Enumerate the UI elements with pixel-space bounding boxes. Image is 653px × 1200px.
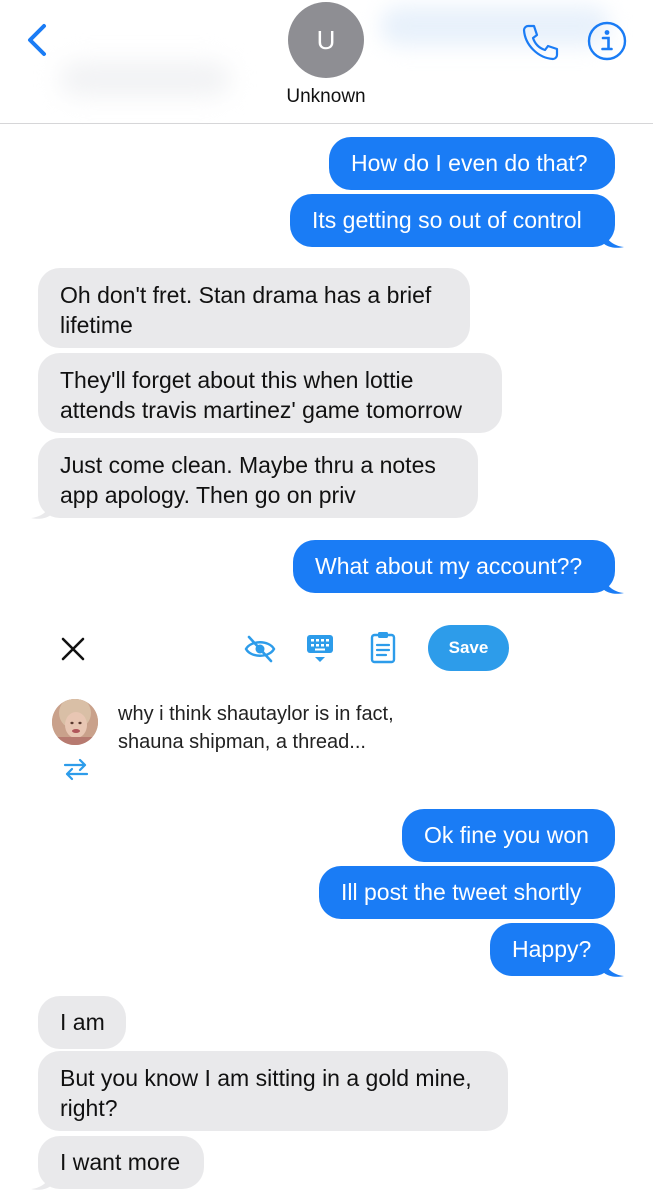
save-button[interactable]: Save	[428, 625, 509, 671]
incoming-message[interactable]: I am	[38, 996, 126, 1049]
chevron-left-icon[interactable]	[22, 20, 52, 60]
message-text: Ok fine you won	[424, 822, 589, 848]
outgoing-message[interactable]: Its getting so out of control	[290, 194, 615, 247]
outgoing-message[interactable]: What about my account??	[293, 540, 615, 593]
message-text-line: Just come clean. Maybe thru a notes	[60, 452, 436, 478]
message-text-line: right?	[60, 1095, 118, 1121]
tweet-author-avatar[interactable]	[52, 699, 98, 745]
message-text-line: attends travis martinez' game tomorrow	[60, 397, 462, 423]
conversation-header: U Unknown	[0, 0, 653, 124]
avatar-initial: U	[316, 24, 336, 55]
message-text: Its getting so out of control	[312, 207, 582, 233]
bubble-tail	[31, 500, 52, 519]
message-text: Happy?	[512, 936, 592, 962]
incoming-message[interactable]: I want more	[38, 1136, 204, 1189]
incoming-message[interactable]: But you know I am sitting in a gold mine…	[38, 1051, 508, 1131]
message-text-line: They'll forget about this when lottie	[60, 367, 414, 393]
message-text-line: But you know I am sitting in a gold mine…	[60, 1065, 472, 1091]
outgoing-message[interactable]: Ok fine you won	[402, 809, 615, 862]
message-text-line: Oh don't fret. Stan drama has a brief	[60, 282, 432, 308]
info-icon[interactable]	[586, 20, 628, 62]
close-icon[interactable]	[60, 636, 86, 662]
eye-off-icon[interactable]	[244, 634, 276, 664]
contact-avatar[interactable]: U	[288, 2, 364, 78]
keyboard-icon[interactable]	[305, 632, 335, 664]
message-text: What about my account??	[315, 553, 583, 579]
contact-name[interactable]: Unknown	[226, 86, 426, 108]
incoming-message[interactable]: Oh don't fret. Stan drama has a brief li…	[38, 268, 470, 348]
outgoing-message[interactable]: How do I even do that?	[329, 137, 615, 190]
incoming-message[interactable]: Just come clean. Maybe thru a notes app …	[38, 438, 478, 518]
clipboard-icon[interactable]	[370, 630, 396, 664]
outgoing-message[interactable]: Ill post the tweet shortly	[319, 866, 615, 919]
bubble-tail	[603, 229, 624, 248]
outgoing-message[interactable]: Happy?	[490, 923, 615, 976]
bubble-tail	[31, 1171, 52, 1190]
bubble-tail	[603, 575, 624, 594]
retweet-icon[interactable]	[62, 756, 90, 782]
avatar-photo	[52, 699, 98, 745]
message-text-line: lifetime	[60, 312, 133, 338]
message-text: Ill post the tweet shortly	[341, 879, 582, 905]
phone-icon[interactable]	[518, 20, 562, 64]
redacted-area	[60, 62, 230, 96]
message-text: How do I even do that?	[351, 150, 588, 176]
incoming-message[interactable]: They'll forget about this when lottie at…	[38, 353, 502, 433]
redacted-area	[380, 6, 610, 46]
message-text: I am	[60, 1009, 105, 1035]
message-text-line: app apology. Then go on priv	[60, 482, 356, 508]
tweet-text[interactable]: why i think shautaylor is in fact, shaun…	[118, 700, 538, 756]
message-text: I want more	[60, 1149, 181, 1175]
draft-toolbar: Save	[0, 610, 653, 690]
bubble-tail	[603, 958, 624, 977]
